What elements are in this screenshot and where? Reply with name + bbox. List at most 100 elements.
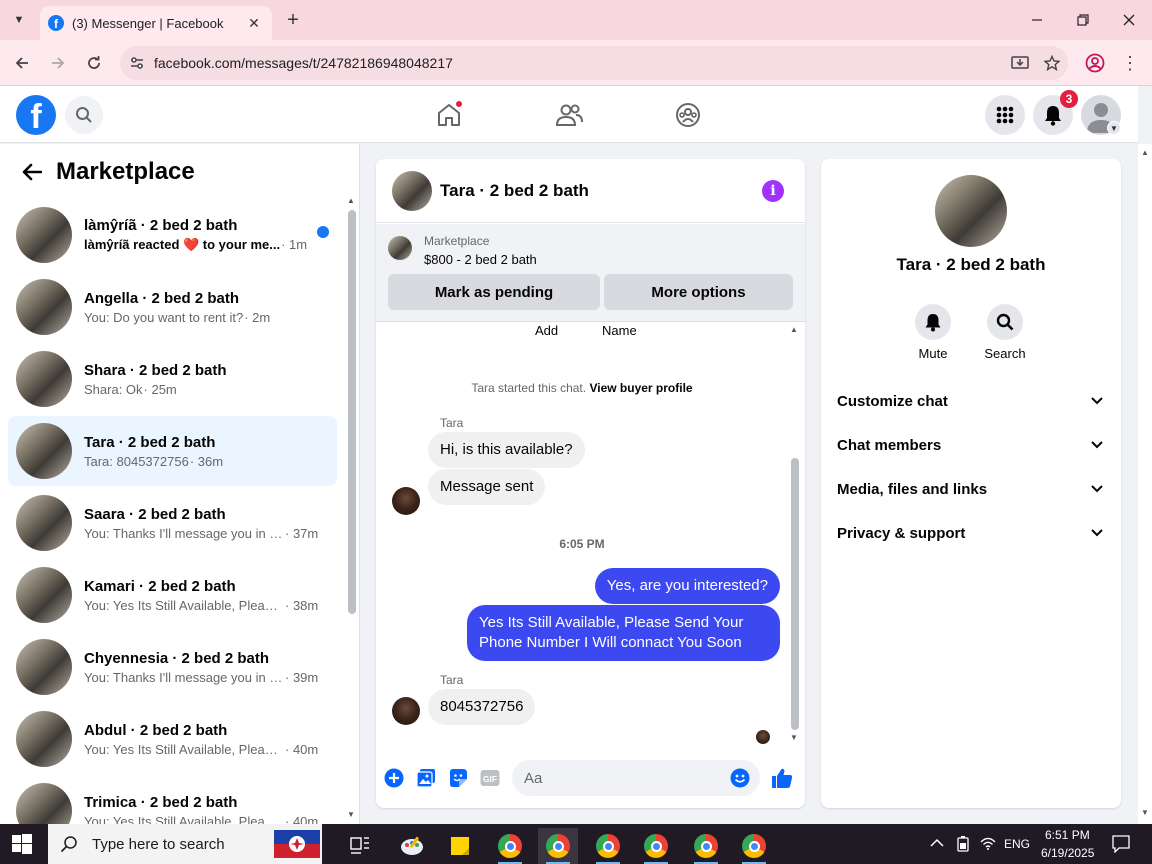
- restore-icon[interactable]: [1068, 8, 1098, 32]
- thread-scroll-down-icon[interactable]: ▼: [790, 733, 798, 742]
- timestamp-separator: 6:05 PM: [559, 537, 605, 551]
- browser-tab[interactable]: f (3) Messenger | Facebook ✕: [40, 6, 272, 40]
- action-center-icon[interactable]: [1112, 835, 1130, 856]
- input-language[interactable]: ENG: [1004, 837, 1030, 851]
- thread-scroll-up-icon[interactable]: ▲: [790, 325, 798, 334]
- outgoing-message[interactable]: Yes, are you interested?: [594, 568, 780, 604]
- emoji-icon[interactable]: [726, 768, 754, 788]
- scroll-down-icon[interactable]: ▼: [347, 810, 355, 819]
- conversation-text: làmŷríã · 2 bed 2 bath làmŷríã reacted ❤️…: [84, 217, 337, 253]
- chrome-active-icon[interactable]: [538, 828, 578, 864]
- incoming-message[interactable]: Message sent: [428, 469, 546, 505]
- conversation-text: Tara · 2 bed 2 bath Tara: 8045372756 · 36m: [84, 434, 337, 469]
- outgoing-message[interactable]: Yes Its Still Available, Please Send You…: [467, 605, 780, 661]
- task-view-icon[interactable]: [340, 828, 380, 864]
- account-chevron-down-icon[interactable]: ▼: [1107, 121, 1121, 135]
- privacy-support-row[interactable]: Privacy & support: [821, 511, 1121, 555]
- customize-chat-row[interactable]: Customize chat: [821, 379, 1121, 423]
- thumbs-up-icon[interactable]: [770, 766, 794, 790]
- minimize-icon[interactable]: [1022, 8, 1052, 32]
- section-label: Privacy & support: [837, 524, 966, 542]
- forward-icon[interactable]: [47, 52, 69, 74]
- conversation-item[interactable]: Chyennesia · 2 bed 2 bath You: Thanks I'l…: [8, 632, 337, 702]
- tray-chevron-up-icon[interactable]: [930, 836, 944, 851]
- sticky-notes-icon[interactable]: [440, 828, 480, 864]
- chrome-icon[interactable]: [636, 828, 676, 864]
- conversation-text: Shara · 2 bed 2 bath Shara: Ok · 25m: [84, 362, 337, 397]
- message-input[interactable]: Aa: [512, 760, 760, 796]
- conversation-item[interactable]: Abdul · 2 bed 2 bath You: Yes Its Still A…: [8, 704, 337, 774]
- chrome-icon[interactable]: [588, 828, 628, 864]
- media-files-links-row[interactable]: Media, files and links: [821, 467, 1121, 511]
- clock-date[interactable]: 6/19/2025: [1041, 846, 1094, 860]
- sticker-icon[interactable]: [446, 766, 470, 790]
- conversation-item[interactable]: Angella · 2 bed 2 bath You: Do you want t…: [8, 272, 337, 342]
- reload-icon[interactable]: [83, 52, 105, 74]
- new-tab-plus-icon[interactable]: +: [282, 9, 304, 31]
- sender-avatar[interactable]: [392, 697, 420, 725]
- chrome-icon[interactable]: [490, 828, 530, 864]
- search-in-chat-button[interactable]: Search: [970, 304, 1040, 361]
- facebook-logo-icon[interactable]: f: [16, 95, 56, 135]
- friends-icon[interactable]: [549, 96, 589, 134]
- page-scroll-up-icon[interactable]: ▲: [1141, 148, 1149, 157]
- view-buyer-profile-link[interactable]: View buyer profile: [589, 381, 692, 395]
- info-icon[interactable]: i: [762, 179, 784, 202]
- home-icon[interactable]: [429, 96, 469, 134]
- incoming-message[interactable]: Hi, is this available?: [428, 432, 585, 468]
- gif-icon[interactable]: GIF: [478, 766, 502, 790]
- mark-as-pending-button[interactable]: Mark as pending: [388, 274, 600, 310]
- back-arrow-icon[interactable]: [14, 154, 50, 190]
- browser-menu-icon[interactable]: ⋮: [1118, 51, 1142, 75]
- site-info-icon[interactable]: [120, 56, 154, 70]
- scroll-up-icon[interactable]: ▲: [347, 196, 355, 205]
- more-options-button[interactable]: More options: [604, 274, 793, 310]
- battery-icon[interactable]: [956, 836, 970, 855]
- facebook-search-icon[interactable]: [65, 96, 103, 134]
- chat-thumbnail[interactable]: [392, 170, 432, 211]
- page-scrollbar[interactable]: ▲ ▼: [1138, 144, 1152, 824]
- conversation-preview: You: Yes Its Still Available, Please ...…: [84, 742, 337, 757]
- address-bar[interactable]: facebook.com/messages/t/2478218694804821…: [120, 46, 1068, 80]
- wifi-icon[interactable]: [980, 836, 996, 853]
- chrome-icon[interactable]: [686, 828, 726, 864]
- conversation-name: Tara · 2 bed 2 bath: [84, 433, 216, 451]
- chrome-icon[interactable]: [734, 828, 774, 864]
- conversation-name: Angella · 2 bed 2 bath: [84, 289, 240, 307]
- clock-time[interactable]: 6:51 PM: [1045, 828, 1090, 842]
- listing-thumbnail-large[interactable]: [935, 175, 1007, 247]
- sender-avatar[interactable]: [392, 487, 420, 515]
- listing-price-title[interactable]: $800 - 2 bed 2 bath: [424, 252, 537, 267]
- mute-button[interactable]: Mute: [898, 304, 968, 361]
- marketplace-label: Marketplace: [424, 234, 490, 248]
- conversation-text: Trimica · 2 bed 2 bath You: Yes Its Still…: [84, 794, 337, 825]
- tab-search-chevron-icon[interactable]: ▼: [6, 8, 32, 32]
- photo-icon[interactable]: [414, 766, 438, 790]
- conversation-item[interactable]: Saara · 2 bed 2 bath You: Thanks I'll mes…: [8, 488, 337, 558]
- chat-title[interactable]: Tara · 2 bed 2 bath: [440, 181, 762, 201]
- incoming-message[interactable]: 8045372756: [428, 689, 536, 725]
- conversation-thumbnail: [16, 351, 72, 407]
- back-icon[interactable]: [11, 52, 33, 74]
- listing-thumbnail[interactable]: [388, 236, 412, 260]
- conversation-list-scrollbar[interactable]: [348, 210, 356, 614]
- plus-circle-icon[interactable]: [382, 766, 406, 790]
- groups-icon[interactable]: [668, 96, 708, 134]
- chat-members-row[interactable]: Chat members: [821, 423, 1121, 467]
- conversation-item[interactable]: Tara · 2 bed 2 bath Tara: 8045372756 · 36m: [8, 416, 337, 486]
- conversation-item[interactable]: Kamari · 2 bed 2 bath You: Yes Its Still …: [8, 560, 337, 630]
- windows-start-icon[interactable]: [12, 834, 32, 854]
- conversation-item[interactable]: làmŷríã · 2 bed 2 bath làmŷríã reacted ❤️…: [8, 200, 337, 270]
- conversation-item[interactable]: Trimica · 2 bed 2 bath You: Yes Its Still…: [8, 776, 337, 824]
- page-scroll-down-icon[interactable]: ▼: [1141, 808, 1149, 817]
- install-app-icon[interactable]: [1004, 55, 1036, 71]
- search-highlight-flag-icon[interactable]: [272, 828, 322, 860]
- bookmark-star-icon[interactable]: [1036, 55, 1068, 71]
- paint-app-icon[interactable]: [392, 828, 432, 864]
- close-window-icon[interactable]: [1114, 8, 1144, 32]
- menu-grid-icon[interactable]: [985, 95, 1025, 135]
- tab-close-icon[interactable]: ✕: [244, 13, 264, 33]
- thread-scrollbar[interactable]: [791, 458, 799, 730]
- conversation-item[interactable]: Shara · 2 bed 2 bath Shara: Ok · 25m: [8, 344, 337, 414]
- browser-profile-icon[interactable]: [1082, 50, 1108, 76]
